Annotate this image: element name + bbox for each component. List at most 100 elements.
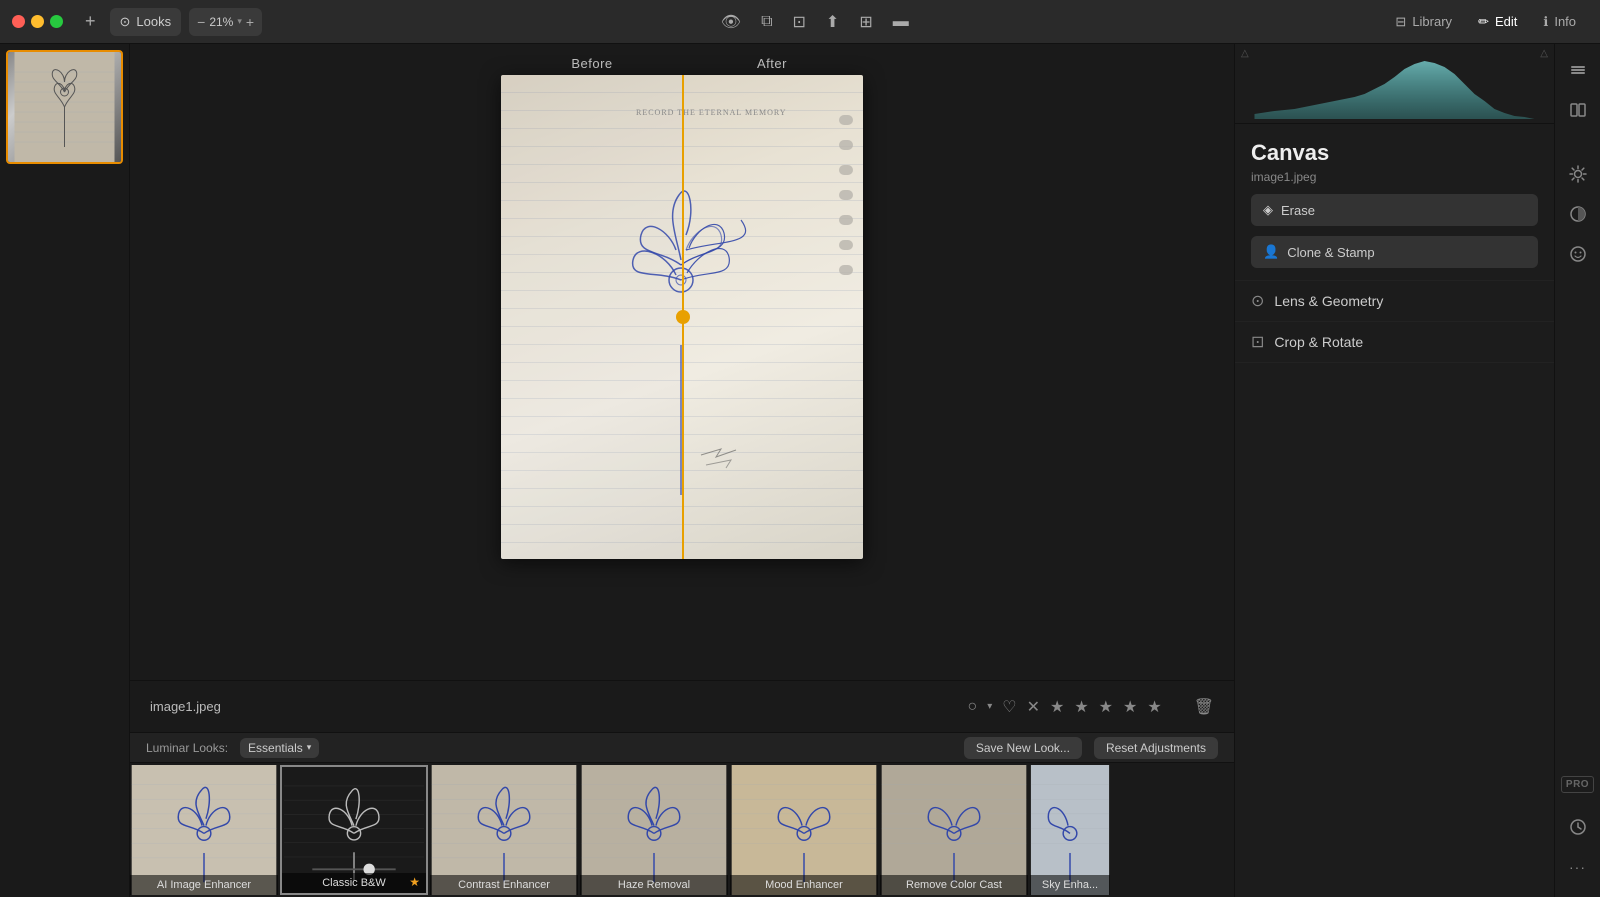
film-thumbnail[interactable] bbox=[6, 50, 123, 164]
layers-icon bbox=[1568, 60, 1588, 80]
compare-button[interactable]: ⧉ bbox=[755, 9, 778, 35]
look-item-contrast-enhancer[interactable]: Contrast Enhancer bbox=[430, 765, 578, 895]
traffic-lights bbox=[12, 15, 63, 28]
info-tab[interactable]: ℹ Info bbox=[1531, 10, 1588, 34]
clock-icon bbox=[1568, 817, 1588, 837]
star-5[interactable]: ★ bbox=[1147, 697, 1161, 717]
grid-button[interactable]: ⊞ bbox=[853, 8, 878, 36]
center-column: Before After bbox=[130, 44, 1234, 897]
histogram-arrows: △ △ bbox=[1239, 48, 1550, 59]
star-1[interactable]: ★ bbox=[1050, 697, 1064, 717]
after-label: After bbox=[682, 56, 862, 71]
looks-dropdown[interactable]: Essentials ▾ bbox=[240, 738, 319, 758]
rating-controls: ○ ▾ ♡ ✕ ★ ★ ★ ★ ★ bbox=[968, 697, 1162, 717]
look-item-classic-bw[interactable]: Classic B&W ★ bbox=[280, 765, 428, 895]
info-icon: ℹ bbox=[1543, 14, 1548, 30]
reject-button[interactable]: ✕ bbox=[1027, 697, 1040, 717]
info-bar: image1.jpeg ○ ▾ ♡ ✕ ★ ★ ★ ★ ★ 🗑 bbox=[130, 680, 1234, 732]
right-panel: △ △ Canvas image1.jpeg ◈ Eras bbox=[1234, 44, 1554, 897]
library-icon: ⊟ bbox=[1395, 14, 1406, 30]
filename: image1.jpeg bbox=[150, 699, 221, 714]
canvas-subtitle: image1.jpeg bbox=[1251, 170, 1538, 184]
face-icon-button[interactable] bbox=[1560, 236, 1596, 272]
split-handle[interactable] bbox=[676, 310, 690, 324]
filmstrip bbox=[0, 44, 130, 897]
crop-rotate-item[interactable]: ⊡ Crop & Rotate bbox=[1235, 322, 1554, 363]
delete-button[interactable]: 🗑 bbox=[1194, 697, 1214, 717]
sun-icon bbox=[1568, 164, 1588, 184]
looks-button[interactable]: ⊙ Looks bbox=[110, 8, 182, 36]
zoom-value: 21% bbox=[209, 15, 233, 29]
main-wrapper: Before After bbox=[0, 44, 1600, 897]
edit-icon: ✏ bbox=[1478, 14, 1489, 30]
lens-geometry-label: Lens & Geometry bbox=[1274, 293, 1383, 309]
crop-button[interactable]: ⊡ bbox=[787, 8, 812, 36]
toolbar: + ⊙ Looks − 21% ▾ + 👁 ⧉ ⊡ ⬆ ⊞ ▬ ⊟ Librar… bbox=[0, 0, 1600, 44]
chevron-down-icon: ▾ bbox=[307, 742, 312, 753]
save-new-look-button[interactable]: Save New Look... bbox=[964, 737, 1082, 759]
palette-icon-button[interactable] bbox=[1560, 196, 1596, 232]
chevron-down-icon: ▾ bbox=[237, 16, 242, 27]
history-icon-button[interactable] bbox=[1560, 809, 1596, 845]
look-label-remove-color-cast: Remove Color Cast bbox=[880, 875, 1028, 895]
center-canvas: Before After bbox=[130, 44, 1234, 680]
clone-stamp-button[interactable]: 👤 Clone & Stamp bbox=[1251, 236, 1538, 268]
histogram-chart bbox=[1239, 59, 1550, 119]
look-label-mood-enhancer: Mood Enhancer bbox=[730, 875, 878, 895]
look-item-sky-enhancer[interactable]: Sky Enha... bbox=[1030, 765, 1110, 895]
library-tab[interactable]: ⊟ Library bbox=[1383, 10, 1464, 34]
split-divider[interactable] bbox=[682, 75, 684, 559]
star-3[interactable]: ★ bbox=[1099, 697, 1113, 717]
eye-view-button[interactable]: 👁 bbox=[715, 8, 747, 36]
maximize-button[interactable] bbox=[50, 15, 63, 28]
look-star-classic-bw: ★ bbox=[409, 875, 420, 889]
lens-geometry-item[interactable]: ⊙ Lens & Geometry bbox=[1235, 281, 1554, 322]
image-canvas[interactable]: RECORD THE ETERNAL MEMORY bbox=[501, 75, 863, 559]
svg-text:RECORD THE ETERNAL MEMORY: RECORD THE ETERNAL MEMORY bbox=[636, 108, 787, 117]
lens-geometry-icon: ⊙ bbox=[1251, 291, 1264, 311]
add-button[interactable]: + bbox=[79, 7, 102, 36]
minimize-button[interactable] bbox=[31, 15, 44, 28]
columns-icon-button[interactable] bbox=[1560, 92, 1596, 128]
zoom-control: − 21% ▾ + bbox=[189, 8, 262, 36]
filmstrip-button[interactable]: ▬ bbox=[887, 9, 915, 35]
layers-icon-button[interactable] bbox=[1560, 52, 1596, 88]
looks-dropdown-value: Essentials bbox=[248, 741, 303, 755]
looks-filmstrip: AI Image Enhancer bbox=[130, 762, 1234, 897]
before-label: Before bbox=[502, 56, 682, 71]
canvas-title: Canvas bbox=[1251, 140, 1538, 166]
zoom-out-button[interactable]: − bbox=[197, 14, 205, 30]
clone-stamp-label: Clone & Stamp bbox=[1287, 245, 1374, 260]
erase-icon: ◈ bbox=[1263, 202, 1273, 218]
look-item-mood-enhancer[interactable]: Mood Enhancer bbox=[730, 765, 878, 895]
more-icon: ··· bbox=[1569, 859, 1586, 875]
zoom-in-button[interactable]: + bbox=[246, 14, 254, 30]
edit-tab[interactable]: ✏ Edit bbox=[1466, 10, 1529, 34]
look-label-classic-bw: Classic B&W bbox=[282, 873, 426, 893]
erase-button[interactable]: ◈ Erase bbox=[1251, 194, 1538, 226]
looks-label: Looks bbox=[136, 14, 171, 29]
share-button[interactable]: ⬆ bbox=[820, 8, 845, 36]
label-circle-button[interactable]: ○ bbox=[968, 698, 978, 716]
looks-label: Luminar Looks: bbox=[146, 741, 228, 755]
right-icons-column: PRO ··· bbox=[1554, 44, 1600, 897]
histogram: △ △ bbox=[1235, 44, 1554, 124]
look-item-remove-color-cast[interactable]: Remove Color Cast bbox=[880, 765, 1028, 895]
more-icon-button[interactable]: ··· bbox=[1560, 849, 1596, 885]
star-4[interactable]: ★ bbox=[1123, 697, 1137, 717]
canvas-section: Canvas image1.jpeg ◈ Erase 👤 Clone & Sta… bbox=[1235, 124, 1554, 281]
look-item-haze-removal[interactable]: Haze Removal bbox=[580, 765, 728, 895]
crop-rotate-label: Crop & Rotate bbox=[1274, 334, 1363, 350]
palette-icon bbox=[1568, 204, 1588, 224]
star-2[interactable]: ★ bbox=[1074, 697, 1088, 717]
sun-icon-button[interactable] bbox=[1560, 156, 1596, 192]
look-label-ai-image-enhancer: AI Image Enhancer bbox=[130, 875, 278, 895]
heart-button[interactable]: ♡ bbox=[1002, 697, 1016, 717]
look-item-ai-image-enhancer[interactable]: AI Image Enhancer bbox=[130, 765, 278, 895]
close-button[interactable] bbox=[12, 15, 25, 28]
reset-adjustments-button[interactable]: Reset Adjustments bbox=[1094, 737, 1218, 759]
pro-badge: PRO bbox=[1561, 776, 1594, 793]
look-label-haze-removal: Haze Removal bbox=[580, 875, 728, 895]
clone-stamp-icon: 👤 bbox=[1263, 244, 1279, 260]
looks-bar: Luminar Looks: Essentials ▾ Save New Loo… bbox=[130, 732, 1234, 762]
